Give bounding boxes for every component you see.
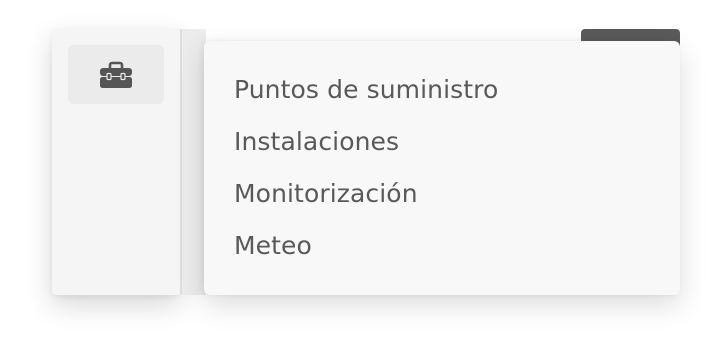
menu-item-puntos-de-suministro[interactable]: Puntos de suministro bbox=[234, 71, 498, 123]
menu-list: Puntos de suministro Instalaciones Monit… bbox=[234, 71, 498, 279]
menu-item-monitorizacion[interactable]: Monitorización bbox=[234, 175, 498, 227]
toolbox-icon bbox=[99, 60, 133, 90]
sidebar-gap bbox=[182, 29, 206, 295]
menu-item-meteo[interactable]: Meteo bbox=[234, 227, 498, 279]
dropdown-menu: Puntos de suministro Instalaciones Monit… bbox=[204, 41, 680, 295]
menu-item-instalaciones[interactable]: Instalaciones bbox=[234, 123, 498, 175]
app-stage: Puntos de suministro Instalaciones Monit… bbox=[0, 0, 710, 348]
tools-button[interactable] bbox=[68, 45, 164, 104]
